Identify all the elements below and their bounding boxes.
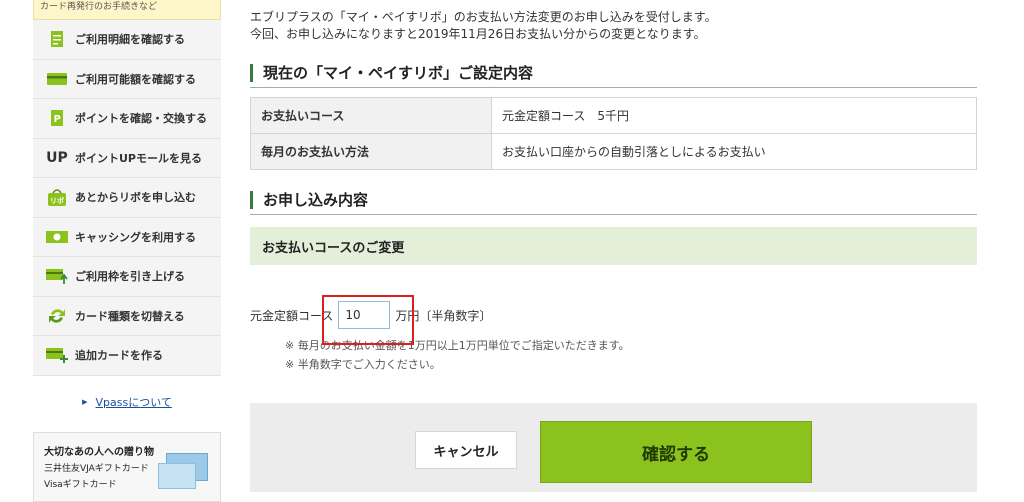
card-icon (45, 69, 69, 89)
sidebar-item-revo[interactable]: リボ あとからリボを申し込む (33, 178, 221, 218)
add-card-icon (45, 345, 69, 365)
point-icon: P (45, 108, 69, 128)
table-row: 毎月のお支払い方法 お支払い口座からの自動引落としによるお支払い (250, 133, 977, 170)
svg-text:P: P (54, 114, 61, 125)
current-settings-heading-text: 現在の「マイ・ペイすリボ」ご設定内容 (263, 64, 534, 82)
table-header-cell: お支払いコース (250, 97, 492, 134)
triangle-icon: ▶ (82, 397, 88, 406)
statement-icon (45, 29, 69, 49)
table-value-cell: お支払い口座からの自動引落としによるお支払い (491, 133, 977, 170)
intro-line-2: 今回、お申し込みになりますと2019年11月26日お支払い分からの変更となります… (250, 27, 706, 41)
vpass-link[interactable]: Vpassについて (96, 394, 172, 410)
sidebar-item-label: ご利用可能額を確認する (75, 72, 196, 86)
sidebar-item-add-card[interactable]: 追加カードを作る (33, 336, 221, 376)
limit-up-icon (45, 266, 69, 286)
current-settings-heading: 現在の「マイ・ペイすリボ」ご設定内容 (250, 58, 977, 88)
cash-icon (45, 227, 69, 247)
heading-bar (250, 190, 253, 209)
revo-bag-icon: リボ (45, 187, 69, 207)
table-row: お支払いコース 元金定額コース 5千円 (250, 97, 977, 134)
cancel-button[interactable]: キャンセル (415, 431, 517, 469)
amount-label: 元金定額コース (250, 308, 334, 323)
sidebar-item-label: ポイントUPモールを見る (75, 151, 202, 165)
sidebar-item-limit-up[interactable]: ご利用枠を引き上げる (33, 257, 221, 297)
sidebar-item-cashing[interactable]: キャッシングを利用する (33, 217, 221, 257)
sidebar-item-label: ご利用枠を引き上げる (75, 270, 185, 284)
sidebar-item-label: ポイントを確認・交換する (75, 112, 207, 126)
sidebar-item-label: あとからリボを申し込む (75, 191, 196, 205)
heading-bar (250, 63, 253, 82)
sidebar-item-label: キャッシングを利用する (75, 230, 196, 244)
confirm-button[interactable]: 確認する (540, 421, 812, 483)
table-header-cell: 毎月のお支払い方法 (250, 133, 492, 170)
intro-line-1: エブリプラスの「マイ・ペイすリボ」のお支払い方法変更のお申し込みを受付します。 (250, 10, 717, 24)
sidebar-item-label: ご利用明細を確認する (75, 33, 185, 47)
gift-card-image-2 (158, 462, 196, 489)
subsection-title: お支払いコースのご変更 (250, 227, 977, 265)
table-value-cell: 元金定額コース 5千円 (491, 97, 977, 134)
highlight-box (322, 295, 414, 345)
current-settings-table: お支払いコース 元金定額コース 5千円 毎月のお支払い方法 お支払い口座からの自… (250, 97, 977, 170)
up-mall-icon: UP (46, 149, 68, 166)
vpass-link-row: ▶ Vpassについて (33, 376, 221, 428)
sidebar-item-up-mall[interactable]: UP ポイントUPモールを見る (33, 138, 221, 178)
apply-heading-text: お申し込み内容 (263, 191, 369, 209)
switch-card-icon (45, 306, 69, 326)
sidebar-top-item[interactable]: カード再発行のお手続きなど (33, 0, 221, 20)
sidebar: カード再発行のお手続きなど ご利用明細を確認する ご利用可能額を確認する P ポ… (33, 0, 221, 502)
sidebar-item-label: 追加カードを作る (75, 349, 163, 363)
revo-icon-text: リボ (50, 196, 64, 205)
sidebar-item-statement[interactable]: ご利用明細を確認する (33, 20, 221, 60)
intro-text: エブリプラスの「マイ・ペイすリボ」のお支払い方法変更のお申し込みを受付します。 … (250, 9, 977, 43)
sidebar-item-points[interactable]: P ポイントを確認・交換する (33, 99, 221, 139)
note-line: ※ 半角数字でご入力ください。 (285, 358, 441, 371)
sidebar-item-switch-card[interactable]: カード種類を切替える (33, 296, 221, 336)
subsection-title-text: お支払いコースのご変更 (262, 240, 405, 256)
apply-heading: お申し込み内容 (250, 185, 977, 215)
gift-card-banner[interactable]: 大切なあの人への贈り物 三井住友VJAギフトカード Visaギフトカード (33, 431, 221, 502)
button-area: キャンセル 確認する (250, 403, 977, 492)
sidebar-item-available[interactable]: ご利用可能額を確認する (33, 59, 221, 99)
sidebar-item-label: カード種類を切替える (75, 309, 185, 323)
sidebar-top-label: カード再発行のお手続きなど (40, 2, 158, 12)
